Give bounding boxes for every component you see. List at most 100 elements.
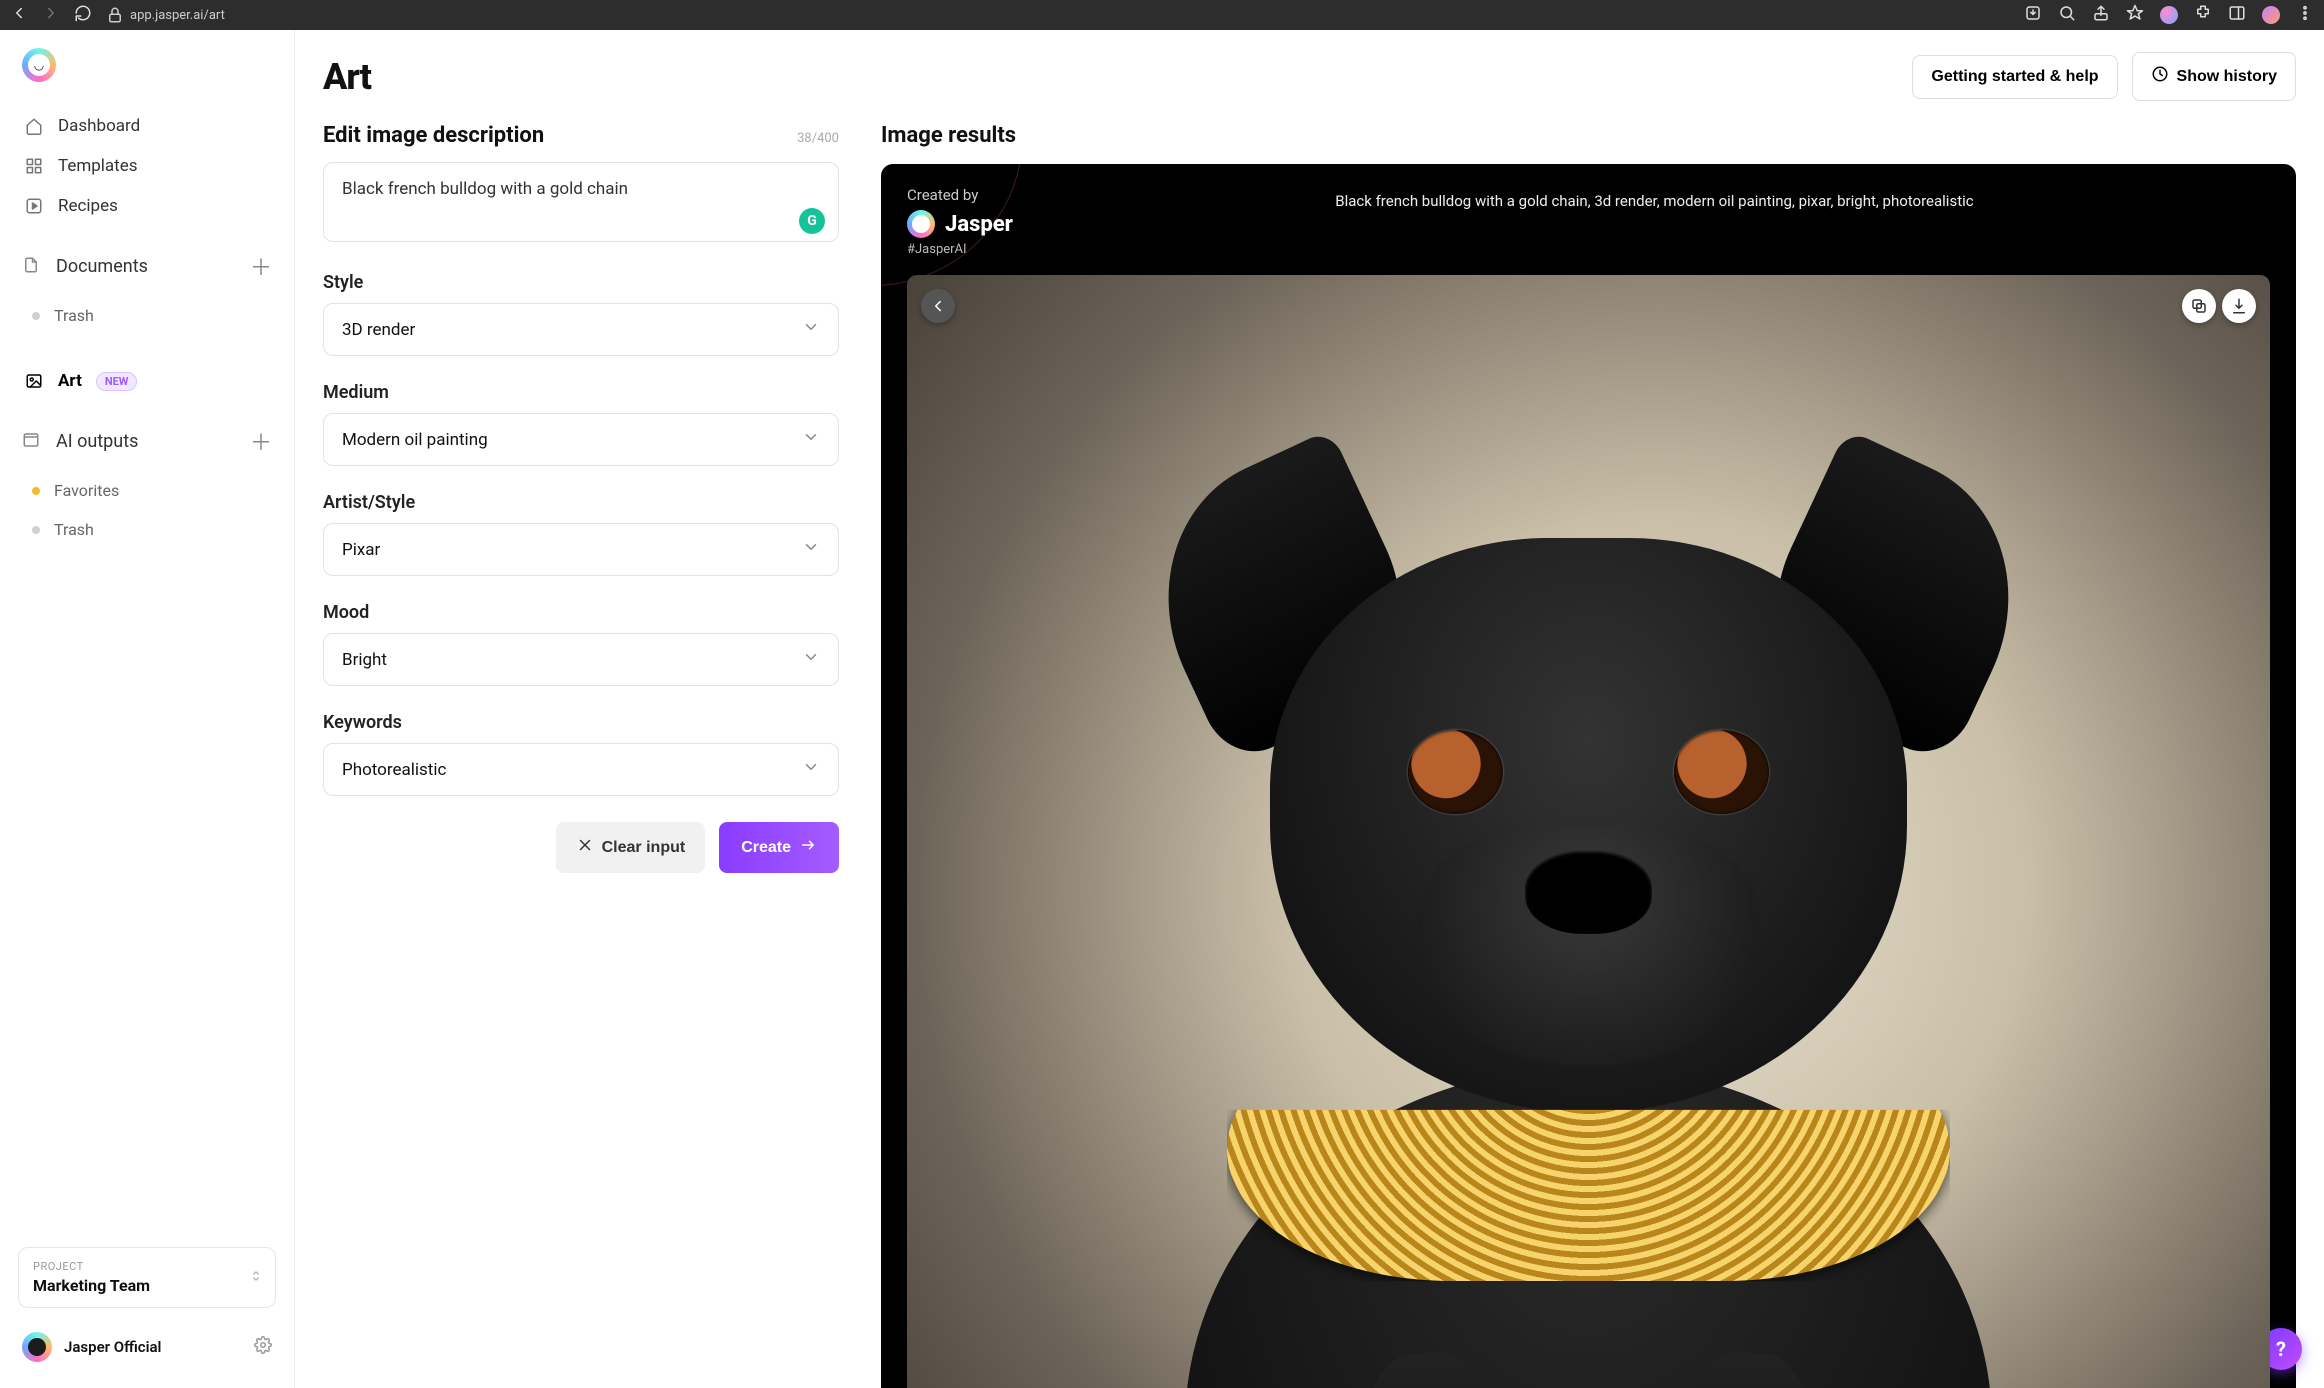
show-history-button[interactable]: Show history bbox=[2132, 52, 2296, 101]
sidebar-item-documents-trash[interactable]: Trash bbox=[10, 296, 284, 335]
jasper-logo[interactable]: ◡ bbox=[22, 48, 56, 82]
project-label: PROJECT bbox=[33, 1260, 261, 1273]
generated-image bbox=[907, 275, 2270, 1388]
result-prompt-text: Black french bulldog with a gold chain, … bbox=[1039, 186, 2270, 210]
create-label: Create bbox=[741, 839, 791, 857]
add-document-button[interactable]: ＋ bbox=[250, 250, 272, 282]
grammarly-icon[interactable]: G bbox=[799, 208, 825, 234]
forward-icon[interactable] bbox=[42, 4, 60, 26]
result-card: Created by Jasper #JasperAI Black french… bbox=[881, 164, 2296, 1388]
medium-select[interactable]: Modern oil painting bbox=[323, 413, 839, 466]
style-value: 3D render bbox=[342, 320, 415, 340]
artist-label: Artist/Style bbox=[323, 492, 839, 513]
image-icon bbox=[24, 371, 44, 391]
reload-icon[interactable] bbox=[74, 4, 92, 26]
new-badge: NEW bbox=[96, 372, 138, 391]
sidebar-label: Trash bbox=[54, 306, 94, 325]
history-label: Show history bbox=[2177, 68, 2277, 86]
jasper-logo-icon bbox=[907, 210, 935, 238]
user-avatar-icon bbox=[22, 1332, 52, 1362]
address-bar[interactable]: app.jasper.ai/art bbox=[106, 6, 2010, 24]
sidebar-label: Trash bbox=[54, 520, 94, 539]
menu-icon[interactable] bbox=[2296, 4, 2314, 26]
profile-avatar-icon[interactable] bbox=[2262, 6, 2280, 24]
project-switcher[interactable]: PROJECT Marketing Team bbox=[18, 1247, 276, 1308]
back-icon[interactable] bbox=[10, 4, 28, 26]
mood-value: Bright bbox=[342, 650, 387, 670]
sidebar-label: AI outputs bbox=[56, 431, 138, 452]
sidebar-section-documents[interactable]: Documents ＋ bbox=[0, 232, 294, 290]
create-button[interactable]: Create bbox=[719, 822, 839, 873]
brand-name: Jasper bbox=[945, 212, 1013, 237]
sidebar-item-favorites[interactable]: Favorites bbox=[10, 471, 284, 510]
help-button[interactable]: Getting started & help bbox=[1912, 55, 2117, 99]
artist-value: Pixar bbox=[342, 540, 380, 560]
page-title: Art bbox=[323, 56, 1912, 98]
style-label: Style bbox=[323, 272, 839, 293]
lock-icon bbox=[106, 6, 124, 24]
chevron-down-icon bbox=[802, 428, 820, 451]
jasper-extension-icon[interactable] bbox=[2160, 6, 2178, 24]
sidebar-item-outputs-trash[interactable]: Trash bbox=[10, 510, 284, 549]
back-button[interactable] bbox=[921, 289, 955, 323]
extensions-icon[interactable] bbox=[2194, 4, 2212, 26]
clear-label: Clear input bbox=[602, 839, 686, 857]
chevron-down-icon bbox=[802, 648, 820, 671]
bookmark-icon[interactable] bbox=[2126, 4, 2144, 26]
mood-select[interactable]: Bright bbox=[323, 633, 839, 686]
play-icon bbox=[24, 196, 44, 216]
chevron-down-icon bbox=[802, 538, 820, 561]
sidebar-item-templates[interactable]: Templates bbox=[10, 146, 284, 186]
sidebar-label: Recipes bbox=[58, 196, 118, 216]
clear-input-button[interactable]: Clear input bbox=[556, 822, 706, 873]
prompt-input[interactable] bbox=[323, 162, 839, 242]
sidebar-item-recipes[interactable]: Recipes bbox=[10, 186, 284, 226]
dog-illustration bbox=[1057, 466, 2120, 1388]
chevron-updown-icon bbox=[249, 1267, 263, 1289]
keywords-value: Photorealistic bbox=[342, 760, 446, 780]
style-select[interactable]: 3D render bbox=[323, 303, 839, 356]
browser-chrome: app.jasper.ai/art bbox=[0, 0, 2324, 30]
sidebar-item-art[interactable]: Art NEW bbox=[10, 361, 284, 401]
sidebar-item-dashboard[interactable]: Dashboard bbox=[10, 106, 284, 146]
mood-label: Mood bbox=[323, 602, 839, 623]
user-menu[interactable]: Jasper Official bbox=[0, 1318, 294, 1376]
created-by-label: Created by bbox=[907, 186, 1013, 204]
add-output-button[interactable]: ＋ bbox=[250, 425, 272, 457]
sidebar: ◡ Dashboard Templates Recipes Documents … bbox=[0, 30, 295, 1388]
outputs-icon bbox=[22, 431, 42, 451]
chevron-down-icon bbox=[802, 758, 820, 781]
char-counter: 38/400 bbox=[797, 131, 839, 146]
dot-icon bbox=[32, 526, 40, 534]
medium-label: Medium bbox=[323, 382, 839, 403]
panel-icon[interactable] bbox=[2228, 4, 2246, 26]
dot-icon bbox=[32, 312, 40, 320]
url-text: app.jasper.ai/art bbox=[130, 8, 225, 23]
keywords-select[interactable]: Photorealistic bbox=[323, 743, 839, 796]
close-icon bbox=[576, 836, 594, 859]
results-title: Image results bbox=[881, 123, 2296, 148]
help-label: Getting started & help bbox=[1931, 68, 2098, 86]
artist-select[interactable]: Pixar bbox=[323, 523, 839, 576]
zoom-icon[interactable] bbox=[2058, 4, 2076, 26]
clock-icon bbox=[2151, 65, 2169, 88]
share-icon[interactable] bbox=[2092, 4, 2110, 26]
form-section-title: Edit image description bbox=[323, 123, 544, 148]
sidebar-section-ai-outputs[interactable]: AI outputs ＋ bbox=[0, 407, 294, 465]
download-button[interactable] bbox=[2222, 289, 2256, 323]
keywords-label: Keywords bbox=[323, 712, 839, 733]
chevron-down-icon bbox=[802, 318, 820, 341]
install-icon[interactable] bbox=[2024, 4, 2042, 26]
sidebar-label: Dashboard bbox=[58, 116, 140, 136]
sidebar-label: Art bbox=[58, 371, 82, 391]
home-icon bbox=[24, 116, 44, 136]
dot-icon bbox=[32, 487, 40, 495]
medium-value: Modern oil painting bbox=[342, 430, 488, 450]
gear-icon[interactable] bbox=[254, 1336, 272, 1358]
sidebar-label: Favorites bbox=[54, 481, 119, 500]
copy-button[interactable] bbox=[2182, 289, 2216, 323]
document-icon bbox=[22, 256, 42, 276]
project-name: Marketing Team bbox=[33, 1276, 261, 1295]
hashtag: #JasperAI bbox=[907, 242, 1013, 257]
grid-icon bbox=[24, 156, 44, 176]
